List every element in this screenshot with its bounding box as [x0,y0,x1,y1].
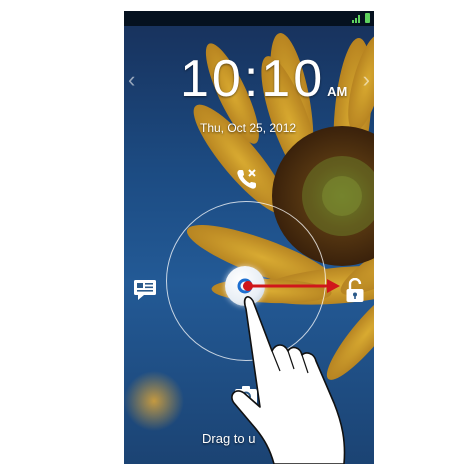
hand-pointer-icon [231,296,346,464]
drag-arrow [243,279,340,293]
gesture-overlay [231,279,346,464]
phone-screen: ‹ › 10:10 AM Thu, Oct 25, 2012 Drag to u [124,11,374,464]
